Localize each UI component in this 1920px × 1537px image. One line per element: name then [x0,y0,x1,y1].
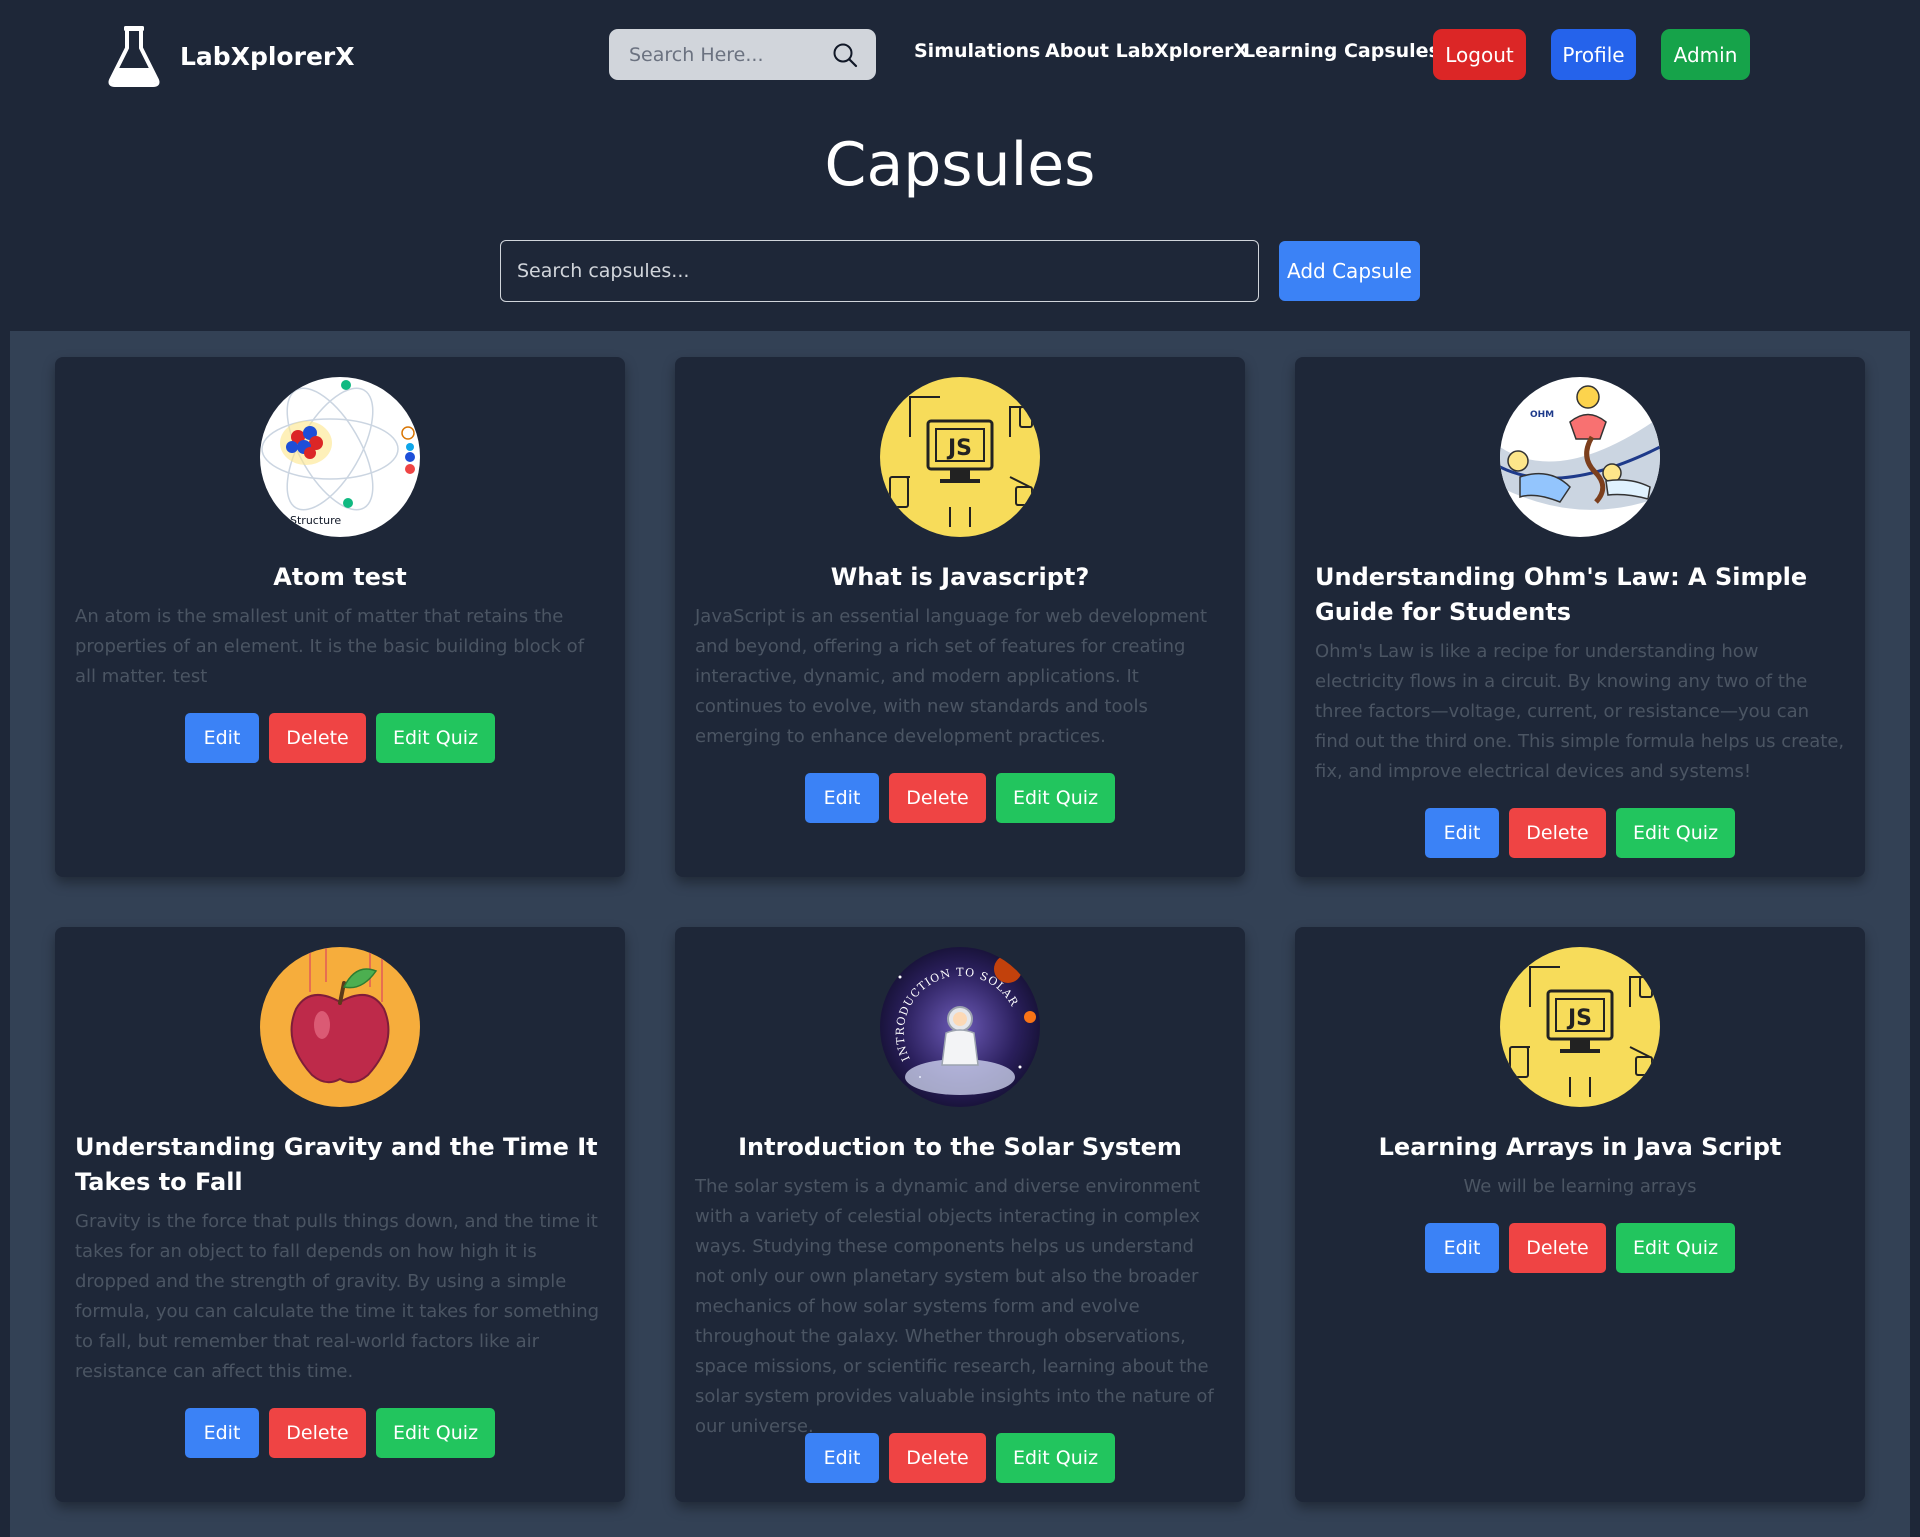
nav-search-box [609,29,876,80]
capsule-card: Structure Atom test An atom is the small… [55,357,625,877]
edit-quiz-button[interactable]: Edit Quiz [1616,808,1735,858]
capsule-description: JavaScript is an essential language for … [695,606,1208,747]
edit-button[interactable]: Edit [805,1433,879,1483]
capsule-description: The solar system is a dynamic and divers… [695,1176,1214,1437]
brand[interactable]: LabXplorerX [106,24,355,88]
capsule-card: JS Learning Arrays in Java Script We wil… [1295,927,1865,1502]
brand-name: LabXplorerX [180,41,355,71]
delete-button[interactable]: Delete [269,713,366,763]
profile-button[interactable]: Profile [1551,29,1636,80]
capsule-actions: Edit Delete Edit Quiz [675,1433,1245,1483]
image-caption: JS [946,436,972,461]
edit-button[interactable]: Edit [1425,808,1499,858]
capsule-actions: Edit Delete Edit Quiz [55,713,625,763]
astronaut-space-icon: INTRODUCTION TO SOLAR SYSTEM [880,947,1040,1107]
delete-button[interactable]: Delete [269,1408,366,1458]
edit-quiz-button[interactable]: Edit Quiz [376,713,495,763]
capsule-title: Introduction to the Solar System [738,1133,1182,1161]
capsule-grid: Structure Atom test An atom is the small… [10,331,1910,1537]
nav-link-about[interactable]: About LabXplorerX [1045,40,1248,62]
delete-button[interactable]: Delete [889,1433,986,1483]
image-caption: OHM [1530,410,1554,420]
capsule-title: What is Javascript? [830,563,1090,591]
add-capsule-button[interactable]: Add Capsule [1279,241,1420,301]
capsule-description: We will be learning arrays [1463,1176,1697,1197]
edit-button[interactable]: Edit [805,773,879,823]
delete-button[interactable]: Delete [889,773,986,823]
edit-quiz-button[interactable]: Edit Quiz [996,773,1115,823]
capsule-actions: Edit Delete Edit Quiz [55,1408,625,1458]
capsule-title: Atom test [273,563,407,591]
capsule-card: JS What is Javascript? JavaScript is an … [675,357,1245,877]
delete-button[interactable]: Delete [1509,808,1606,858]
nav-link-simulations[interactable]: Simulations [914,40,1040,62]
navbar: LabXplorerX Simulations About LabXplorer… [0,0,1920,112]
falling-apple-icon [260,947,420,1107]
capsule-title: Learning Arrays in Java Script [1378,1133,1782,1161]
capsule-description: Gravity is the force that pulls things d… [75,1211,600,1382]
edit-button[interactable]: Edit [185,1408,259,1458]
capsule-actions: Edit Delete Edit Quiz [675,773,1245,823]
edit-quiz-button[interactable]: Edit Quiz [1616,1223,1735,1273]
logout-button[interactable]: Logout [1433,29,1526,80]
capsule-card: OHM Understanding Ohm's Law: A Simple Gu… [1295,357,1865,877]
capsule-search-input[interactable] [500,240,1259,302]
nav-link-learning-capsules[interactable]: Learning Capsules [1243,40,1440,62]
image-caption: JS [1566,1006,1592,1031]
flask-logo-icon [108,26,160,87]
capsule-card: Understanding Gravity and the Time It Ta… [55,927,625,1502]
image-caption: Structure [290,514,341,527]
javascript-logo-icon: JS [880,377,1040,537]
ohms-law-cartoon-icon: OHM [1500,377,1660,537]
capsule-actions: Edit Delete Edit Quiz [1295,808,1865,858]
capsule-description: Ohm's Law is like a recipe for understan… [1315,641,1845,782]
delete-button[interactable]: Delete [1509,1223,1606,1273]
edit-button[interactable]: Edit [185,713,259,763]
edit-button[interactable]: Edit [1425,1223,1499,1273]
atom-structure-icon: Structure [260,377,420,537]
edit-quiz-button[interactable]: Edit Quiz [376,1408,495,1458]
capsule-title: Understanding Ohm's Law: A Simple Guide … [1315,563,1808,626]
search-icon[interactable] [832,42,858,68]
capsule-card: INTRODUCTION TO SOLAR SYSTEM Introductio… [675,927,1245,1502]
capsule-title: Understanding Gravity and the Time It Ta… [75,1133,598,1196]
page-title: Capsules [824,130,1096,200]
capsule-actions: Edit Delete Edit Quiz [1295,1223,1865,1273]
nav-search-input[interactable] [629,43,832,66]
javascript-logo-icon: JS [1500,947,1660,1107]
admin-button[interactable]: Admin [1661,29,1750,80]
capsule-description: An atom is the smallest unit of matter t… [75,606,585,687]
edit-quiz-button[interactable]: Edit Quiz [996,1433,1115,1483]
